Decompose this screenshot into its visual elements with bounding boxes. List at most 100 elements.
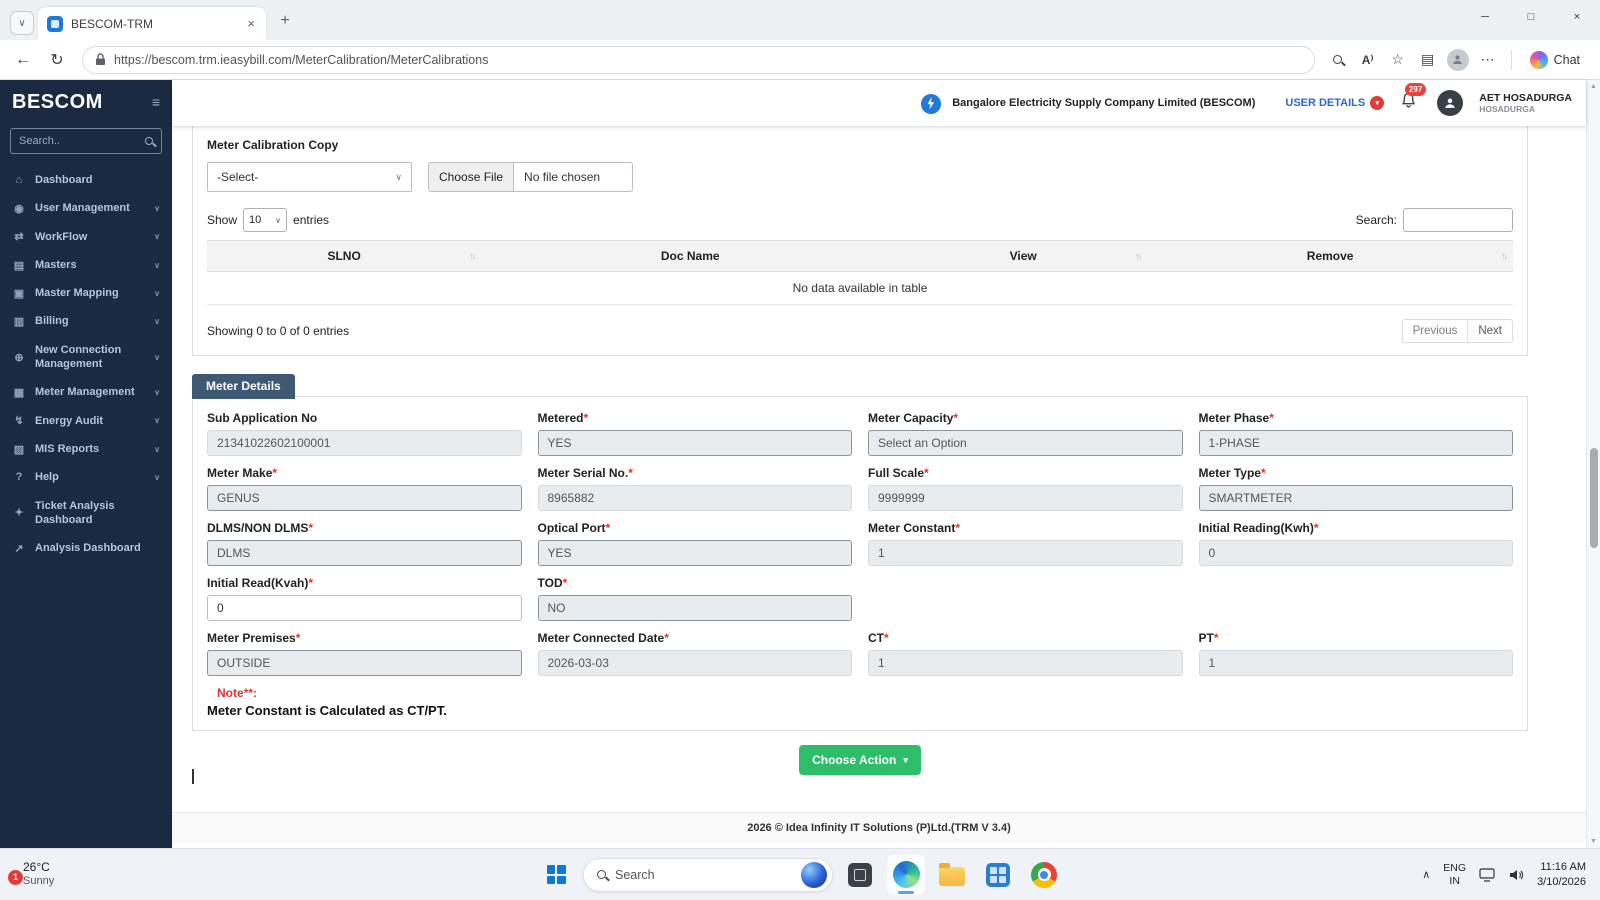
settings-menu-icon[interactable]: ⋯: [1475, 47, 1501, 73]
back-button[interactable]: ←: [8, 45, 38, 75]
sidebar-item-ticket-analysis-dashboard[interactable]: ✦ Ticket Analysis Dashboard: [0, 492, 172, 535]
meter-capacity-select[interactable]: Select an Option: [868, 430, 1183, 456]
col-view[interactable]: View ↑↓: [899, 240, 1148, 272]
tray-chevron-icon[interactable]: ∧: [1422, 868, 1430, 881]
scroll-down-icon[interactable]: ▼: [1590, 838, 1597, 845]
refresh-button[interactable]: ↻: [42, 45, 72, 75]
optical-port-select[interactable]: YES: [537, 540, 852, 566]
previous-button[interactable]: Previous: [1401, 319, 1469, 343]
billing-icon: ▥: [13, 316, 25, 329]
sort-icon: ↑↓: [1501, 251, 1508, 261]
language-indicator[interactable]: ENG IN: [1443, 862, 1466, 886]
task-view-button[interactable]: [841, 855, 879, 895]
scroll-up-icon[interactable]: ▲: [1590, 83, 1597, 90]
taskbar-search[interactable]: Search: [583, 857, 833, 892]
sidebar-item-workflow[interactable]: ⇄ WorkFlow ∨: [0, 223, 172, 251]
sidebar-item-analysis-dashboard[interactable]: ↗ Analysis Dashboard: [0, 534, 172, 562]
sidebar-item-dashboard[interactable]: ⌂ Dashboard: [0, 166, 172, 194]
pt-input[interactable]: 1: [1198, 650, 1513, 676]
file-input[interactable]: Choose File No file chosen: [428, 162, 633, 192]
sidebar-item-meter-management[interactable]: ▦ Meter Management ∨: [0, 378, 172, 406]
maximize-button[interactable]: □: [1508, 0, 1554, 34]
hamburger-icon[interactable]: ≡: [152, 94, 160, 110]
initial-read-kvah-input[interactable]: 0: [207, 595, 522, 621]
initial-reading-kwh-input[interactable]: 0: [1198, 540, 1513, 566]
col-slno[interactable]: SLNO ↑↓: [207, 240, 482, 272]
user-details-dropdown[interactable]: USER DETAILS ▾: [1285, 96, 1385, 110]
clock[interactable]: 11:16 AM 3/10/2026: [1537, 860, 1586, 889]
content: Meter Calibration Copy -Select- ∨ Choose…: [172, 126, 1586, 812]
favorite-star-icon[interactable]: ☆: [1385, 47, 1411, 73]
full-scale-input[interactable]: 9999999: [868, 485, 1183, 511]
sidebar-item-help[interactable]: ? Help ∨: [0, 463, 172, 491]
app-header: Bangalore Electricity Supply Company Lim…: [172, 80, 1586, 126]
screen: ∨ BESCOM-TRM × + ─ □ × ← ↻ https://besco…: [0, 0, 1600, 900]
zoom-icon[interactable]: [1325, 47, 1351, 73]
dlms-select[interactable]: DLMS: [207, 540, 522, 566]
field-full-scale: Full Scale* 9999999: [868, 466, 1183, 511]
mapping-icon: ▣: [13, 287, 25, 300]
sidebar-item-billing[interactable]: ▥ Billing ∨: [0, 307, 172, 335]
tab-search-button[interactable]: ∨: [10, 11, 34, 35]
close-button[interactable]: ×: [1554, 0, 1600, 34]
sidebar-search-input[interactable]: [19, 135, 139, 147]
person-icon: [1445, 98, 1456, 108]
next-button[interactable]: Next: [1467, 319, 1513, 343]
sub-application-no-input[interactable]: 21341022602100001: [207, 430, 522, 456]
search-icon: [597, 870, 606, 879]
minimize-button[interactable]: ─: [1462, 0, 1508, 34]
browser-tab[interactable]: BESCOM-TRM ×: [38, 7, 266, 40]
volume-icon[interactable]: [1508, 868, 1524, 882]
choose-file-button[interactable]: Choose File: [429, 163, 515, 191]
meter-serial-no-input[interactable]: 8965882: [537, 485, 852, 511]
calibration-copy-select[interactable]: -Select- ∨: [207, 162, 412, 192]
profile-avatar[interactable]: [1445, 47, 1471, 73]
sidebar-item-masters[interactable]: ▤ Masters ∨: [0, 251, 172, 279]
meter-connected-date-input[interactable]: 2026-03-03: [537, 650, 852, 676]
table-search-input[interactable]: [1403, 208, 1513, 232]
new-tab-button[interactable]: +: [272, 8, 298, 34]
file-explorer-button[interactable]: [933, 855, 971, 895]
meter-details-tab[interactable]: Meter Details: [192, 374, 295, 399]
meter-constant-input[interactable]: 1: [868, 540, 1183, 566]
page-scrollbar[interactable]: ▲ ▼: [1586, 80, 1600, 848]
weather-widget[interactable]: 1 26°C Sunny: [8, 860, 54, 889]
page-size-select[interactable]: 10 ∨: [243, 208, 288, 232]
required-mark: *: [664, 631, 669, 645]
choose-action-button[interactable]: Choose Action ▾: [799, 745, 921, 775]
sidebar-item-mis-reports[interactable]: ▨ MIS Reports ∨: [0, 435, 172, 463]
read-aloud-icon[interactable]: A⁾: [1355, 47, 1381, 73]
calculator-button[interactable]: [979, 855, 1017, 895]
edge-taskbar-button[interactable]: [887, 854, 925, 895]
sidebar-search[interactable]: [10, 128, 162, 154]
required-mark: *: [562, 576, 568, 590]
copilot-icon: [1529, 50, 1548, 69]
sidebar-item-new-connection-management[interactable]: ⊕ New Connection Management ∨: [0, 336, 172, 379]
field-tod: TOD* NO: [537, 576, 852, 621]
start-button[interactable]: [537, 855, 575, 895]
sidebar-item-energy-audit[interactable]: ↯ Energy Audit ∨: [0, 407, 172, 435]
meter-premises-select[interactable]: OUTSIDE: [207, 650, 522, 676]
chat-button[interactable]: Chat: [1522, 47, 1592, 73]
col-doc-name[interactable]: Doc Name: [481, 240, 900, 272]
show-entries: Show 10 ∨ entries: [207, 208, 329, 232]
collections-icon[interactable]: ▤: [1415, 47, 1441, 73]
user-name-block[interactable]: AET HOSADURGA HOSADURGA: [1479, 92, 1572, 115]
ct-input[interactable]: 1: [868, 650, 1183, 676]
sidebar-item-user-management[interactable]: ◉ User Management ∨: [0, 194, 172, 222]
meter-make-select[interactable]: GENUS: [207, 485, 522, 511]
col-remove[interactable]: Remove ↑↓: [1147, 240, 1513, 272]
required-mark: *: [1260, 466, 1266, 480]
network-icon[interactable]: [1479, 867, 1495, 882]
tab-close-icon[interactable]: ×: [245, 16, 257, 31]
metered-select[interactable]: YES: [537, 430, 852, 456]
meter-type-select[interactable]: SMARTMETER: [1198, 485, 1513, 511]
notifications-button[interactable]: 297: [1400, 83, 1427, 114]
meter-phase-select[interactable]: 1-PHASE: [1198, 430, 1513, 456]
scrollbar-thumb[interactable]: [1589, 448, 1598, 548]
sidebar-item-master-mapping[interactable]: ▣ Master Mapping ∨: [0, 279, 172, 307]
user-avatar[interactable]: [1437, 90, 1464, 116]
address-bar[interactable]: https://bescom.trm.ieasybill.com/MeterCa…: [82, 45, 1315, 74]
tod-select[interactable]: NO: [537, 595, 852, 621]
chrome-button[interactable]: [1025, 855, 1063, 895]
